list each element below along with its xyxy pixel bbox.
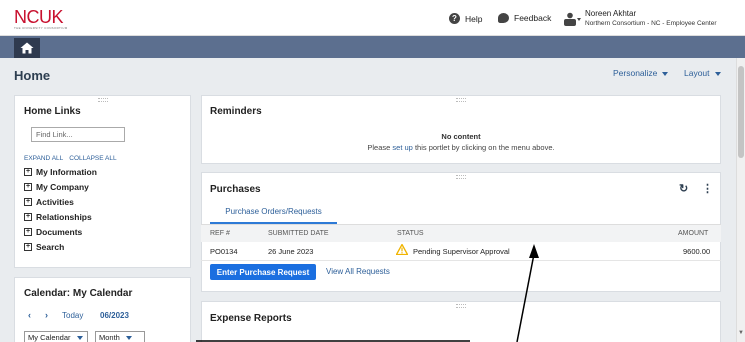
hint-prefix: Please [367, 143, 393, 152]
home-link-label: Activities [36, 197, 74, 207]
home-button[interactable] [14, 38, 40, 58]
submitted-date: 26 June 2023 [268, 247, 314, 256]
nav-bar [0, 36, 745, 58]
help-link[interactable]: ? Help [449, 13, 482, 24]
expand-collapse-links: EXPAND ALL COLLAPSE ALL [24, 155, 123, 162]
logo-text: NCUK [14, 7, 64, 27]
po-ref-link[interactable]: PO0134 [210, 247, 238, 256]
plus-box-icon: + [24, 243, 32, 251]
scrollbar-thumb[interactable] [738, 66, 744, 158]
enter-purchase-request-button[interactable]: Enter Purchase Request [210, 264, 316, 280]
home-link-label: My Company [36, 182, 89, 192]
chevron-down-icon [76, 336, 83, 341]
layout-label: Layout [684, 68, 710, 78]
user-org: Northern Consortium - NC - Employee Cent… [585, 20, 717, 27]
help-label: Help [465, 13, 483, 24]
tab-purchase-orders[interactable]: Purchase Orders/Requests [210, 207, 337, 224]
column-header-ref[interactable]: REF # [210, 230, 230, 237]
find-link-input[interactable] [31, 127, 125, 142]
home-link-label: My Information [36, 167, 97, 177]
home-link-label: Search [36, 242, 65, 252]
calendar-select[interactable]: My Calendar [24, 331, 88, 342]
expense-reports-title: Expense Reports [210, 313, 292, 324]
drag-handle[interactable] [456, 98, 466, 102]
reminders-title: Reminders [210, 106, 262, 117]
reminders-card [201, 95, 721, 164]
purchases-title: Purchases [210, 184, 261, 195]
home-link-relationships[interactable]: + Relationships [24, 212, 92, 222]
personalize-label: Personalize [613, 68, 658, 78]
column-header-submitted-date[interactable]: SUBMITTED DATE [268, 230, 329, 237]
plus-box-icon: + [24, 213, 32, 221]
calendar-today-link[interactable]: Today [62, 311, 83, 320]
layout-menu[interactable]: Layout [684, 68, 721, 78]
status-text: Pending Supervisor Approval [413, 247, 510, 256]
chevron-down-icon [125, 336, 132, 341]
calendar-title: Calendar: My Calendar [24, 288, 133, 299]
table-row [201, 260, 721, 261]
chevron-down-icon [662, 71, 669, 76]
home-link-search[interactable]: + Search [24, 242, 64, 252]
home-link-my-information[interactable]: + My Information [24, 167, 97, 177]
no-content-text: No content [441, 132, 481, 141]
home-link-documents[interactable]: + Documents [24, 227, 82, 237]
setup-hint: Please set up this portlet by clicking o… [201, 143, 721, 152]
home-links-title: Home Links [24, 106, 81, 117]
warning-triangle-icon [396, 244, 408, 255]
calendar-select-value: My Calendar [28, 333, 71, 342]
plus-box-icon: + [24, 183, 32, 191]
view-all-requests-link[interactable]: View All Requests [326, 267, 390, 276]
hint-suffix: this portlet by clicking on the menu abo… [412, 143, 555, 152]
chevron-down-icon [714, 71, 721, 76]
feedback-label: Feedback [514, 13, 552, 23]
scroll-down-arrow[interactable]: ▼ [737, 330, 745, 336]
question-circle-icon: ? [449, 13, 460, 24]
calendar-next-icon[interactable]: › [45, 310, 48, 320]
page-title: Home [14, 68, 51, 83]
chat-bubble-icon [498, 13, 509, 23]
set-up-link[interactable]: set up [392, 143, 412, 152]
user-name[interactable]: Noreen Akhtar [585, 9, 636, 18]
drag-handle[interactable] [456, 304, 466, 308]
home-link-label: Relationships [36, 212, 92, 222]
plus-box-icon: + [24, 168, 32, 176]
home-link-label: Documents [36, 227, 83, 237]
amount-value: 9600.00 [683, 247, 711, 256]
refresh-icon[interactable]: ↻ [679, 182, 688, 195]
calendar-period: 06/2023 [100, 311, 129, 320]
top-header [0, 0, 745, 36]
home-link-my-company[interactable]: + My Company [24, 182, 89, 192]
home-link-activities[interactable]: + Activities [24, 197, 74, 207]
user-menu-icon[interactable] [563, 12, 581, 26]
drag-handle[interactable] [97, 98, 108, 102]
ncuk-logo[interactable]: NCUK THE UNIVERSITY CONSORTIUM [14, 8, 68, 30]
personalize-menu[interactable]: Personalize [613, 68, 669, 78]
column-header-amount[interactable]: AMOUNT [678, 230, 708, 237]
logo-subtext: THE UNIVERSITY CONSORTIUM [14, 26, 68, 30]
expand-all-link[interactable]: EXPAND ALL [24, 155, 63, 162]
feedback-link[interactable]: Feedback [498, 13, 551, 23]
drag-handle[interactable] [456, 175, 466, 179]
plus-box-icon: + [24, 198, 32, 206]
home-icon [20, 42, 34, 54]
view-select-value: Month [99, 333, 120, 342]
plus-box-icon: + [24, 228, 32, 236]
collapse-all-link[interactable]: COLLAPSE ALL [69, 155, 116, 162]
calendar-prev-icon[interactable]: ‹ [28, 310, 31, 320]
kebab-menu-icon[interactable]: ⋮ [702, 182, 713, 195]
view-select[interactable]: Month [95, 331, 145, 342]
column-header-status[interactable]: STATUS [397, 230, 424, 237]
